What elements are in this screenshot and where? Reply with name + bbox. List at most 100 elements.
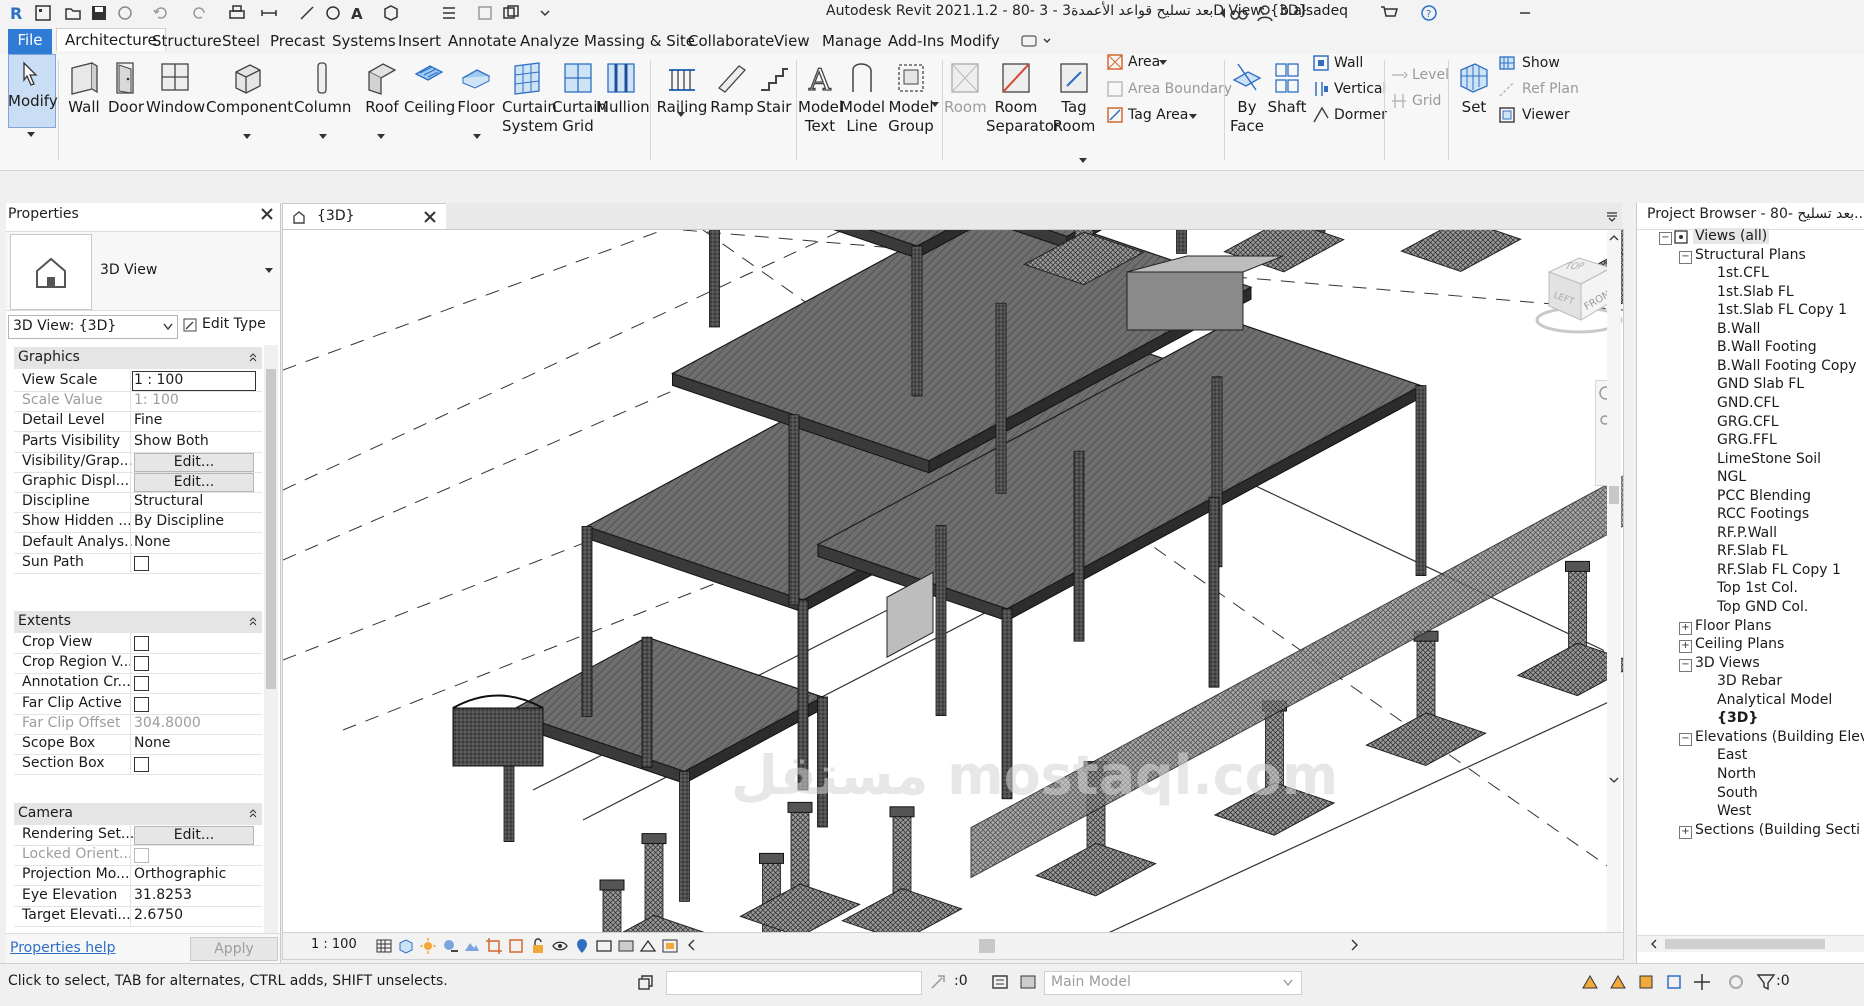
properties-help-link[interactable]: Properties help (10, 940, 115, 956)
modify-button[interactable]: Modify (8, 60, 58, 111)
floor-dropdown-icon[interactable] (472, 132, 482, 140)
stair-block[interactable] (886, 571, 934, 659)
tab-manage[interactable]: Manage (814, 30, 890, 52)
property-row[interactable]: Annotation Cr... (14, 673, 262, 695)
temporary-properties-icon[interactable] (595, 937, 613, 955)
save-icon[interactable] (90, 4, 108, 22)
user-icon[interactable] (1256, 4, 1274, 22)
edit-button[interactable]: Edit... (134, 452, 254, 472)
footing[interactable] (739, 883, 861, 932)
property-row[interactable]: Scale Value 1: 100 (14, 391, 262, 413)
property-row[interactable]: Sun Path (14, 552, 262, 574)
door-button[interactable]: Door (108, 60, 144, 117)
property-row[interactable]: Eye Elevation 31.8253 (14, 885, 262, 907)
tree-view-item[interactable]: East (1717, 747, 1747, 763)
footing[interactable] (1035, 842, 1157, 897)
footing[interactable] (1365, 712, 1487, 766)
tree-view-item[interactable]: RF.Slab FL (1717, 543, 1788, 559)
shadows-icon[interactable] (441, 937, 459, 955)
tab-file[interactable]: File (8, 29, 52, 55)
background-process-icon[interactable] (1726, 972, 1746, 992)
scrollbar-thumb[interactable] (266, 369, 276, 689)
area-button[interactable]: Area (1128, 54, 1160, 70)
view-scale-button[interactable]: 1 : 100 (311, 937, 357, 952)
property-row[interactable]: Parts Visibility Show Both (14, 431, 262, 453)
property-row[interactable]: Scope Box None (14, 734, 262, 755)
unlock-view-icon[interactable] (529, 937, 547, 955)
tree-view-item[interactable]: NGL (1717, 469, 1746, 485)
column[interactable] (935, 525, 947, 717)
expand-icon[interactable]: + (1679, 825, 1692, 839)
viewport-vertical-scrollbar[interactable] (1607, 230, 1621, 932)
model-group-button[interactable]: Model Group (886, 60, 936, 136)
tree-sections[interactable]: Sections (Building Secti (1695, 822, 1860, 838)
collapse-icon[interactable]: − (1679, 658, 1692, 672)
tag-icon[interactable] (324, 4, 342, 22)
property-row[interactable]: Default Analys... None (14, 532, 262, 554)
tree-root-views[interactable]: Views (all) (1693, 228, 1770, 244)
gate[interactable] (452, 707, 544, 767)
worksets-icon[interactable] (636, 972, 656, 992)
property-row[interactable]: View Scale 1 : 100 (14, 371, 262, 392)
tree-view-item[interactable]: {3D} (1717, 710, 1758, 726)
ref-plane-button[interactable]: Ref Plan (1522, 81, 1579, 97)
by-face-button[interactable]: By Face (1228, 60, 1266, 136)
tab-precast[interactable]: Precast (262, 30, 333, 52)
show-workplane-icon[interactable] (1498, 54, 1516, 72)
property-checkbox[interactable] (134, 636, 149, 651)
tab-view[interactable]: View (766, 30, 818, 52)
tree-view-item[interactable]: GND Slab FL (1717, 376, 1804, 392)
pedestal-cap[interactable] (641, 833, 667, 845)
property-checkbox[interactable] (134, 676, 149, 692)
tree-3d-views[interactable]: 3D Views (1695, 655, 1760, 671)
stair-button[interactable]: Stair (754, 60, 794, 117)
ceiling-button[interactable]: Ceiling (404, 60, 455, 117)
filter-icon[interactable] (1756, 972, 1776, 992)
print-icon[interactable] (228, 4, 246, 22)
property-value[interactable]: 1: 100 (134, 392, 254, 408)
property-value[interactable]: Orthographic (134, 866, 254, 882)
property-value[interactable]: Show Both (134, 433, 254, 449)
pedestal-cap[interactable] (1565, 560, 1590, 572)
edit-type-button[interactable]: Edit Type (202, 316, 266, 332)
view-scale-input[interactable] (132, 371, 256, 391)
property-value[interactable]: None (134, 534, 254, 550)
railing-dropdown-icon[interactable] (676, 110, 686, 118)
area-boundary-button[interactable]: Area Boundary (1128, 81, 1232, 97)
grid-button[interactable]: Grid (1412, 93, 1441, 109)
type-selector[interactable]: 3D View (6, 231, 280, 311)
type-dropdown-icon[interactable] (264, 266, 274, 274)
scroll-left-icon[interactable] (1649, 939, 1659, 949)
scroll-down-icon[interactable] (1609, 776, 1619, 784)
select-pinned-icon[interactable] (1636, 972, 1656, 992)
property-row[interactable]: Detail Level Fine (14, 411, 262, 433)
dormer-icon[interactable] (1312, 106, 1330, 124)
drag-elements-icon[interactable] (1692, 972, 1712, 992)
level-button[interactable]: Level (1412, 67, 1449, 83)
footing[interactable] (1400, 230, 1522, 272)
column[interactable] (581, 525, 593, 717)
tree-view-item[interactable]: B.Wall (1717, 321, 1760, 337)
model-group-dropdown-icon[interactable] (930, 100, 940, 108)
property-checkbox[interactable] (134, 848, 149, 864)
sync-icon[interactable] (116, 4, 134, 22)
close-view-icon[interactable] (423, 210, 437, 224)
tree-view-item[interactable]: 1st.Slab FL Copy 1 (1717, 302, 1847, 318)
area-icon[interactable] (1106, 53, 1124, 71)
column[interactable] (679, 771, 690, 902)
revit-logo-icon[interactable]: R (8, 4, 26, 22)
model-line-button[interactable]: Model Line (840, 60, 885, 136)
collapse-icon[interactable] (248, 352, 258, 362)
mullion-button[interactable]: Mullion (596, 60, 650, 117)
viewer-button[interactable]: Viewer (1522, 107, 1570, 123)
curtain-system-button[interactable]: Curtain System (502, 60, 558, 136)
property-value[interactable]: None (134, 735, 254, 751)
tab-steel[interactable]: Steel (214, 30, 268, 52)
section-camera[interactable]: Camera (14, 803, 262, 825)
help-icon[interactable]: ? (1420, 4, 1438, 22)
roof-tank[interactable] (1126, 271, 1244, 331)
wall-button[interactable]: Wall (62, 60, 106, 117)
thin-lines-icon[interactable] (440, 4, 458, 22)
tree-view-item[interactable]: West (1717, 803, 1751, 819)
property-row[interactable]: Section Box (14, 754, 262, 776)
